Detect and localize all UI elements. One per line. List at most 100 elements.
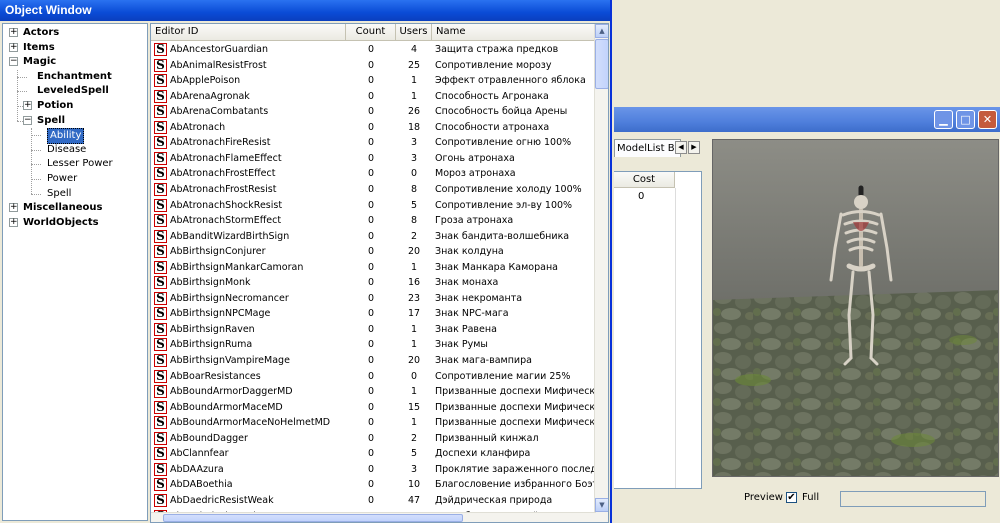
table-row[interactable]: S AbAtronachFrostEffect 0 0 Мороз атронаха [151, 166, 596, 182]
spell-s-icon: S [154, 493, 167, 507]
table-row[interactable]: S AbBirthsignRuma 0 1 Знак Румы [151, 337, 596, 353]
expand-plus-icon[interactable]: + [9, 217, 18, 227]
count-cell: 0 [367, 246, 375, 258]
horizontal-scroll-thumb[interactable] [163, 514, 463, 522]
editor-id-cell: AbArenaCombatants [170, 106, 269, 118]
preview-3d-viewport[interactable] [712, 139, 999, 477]
table-row[interactable]: S AbBirthsignNecromancer 0 23 Знак некромант… [151, 291, 596, 307]
table-row[interactable]: S AbClannfear 0 5 Доспехи кланфира [151, 446, 596, 462]
editor-window-titlebar[interactable]: ▁ □ ✕ [614, 107, 1000, 132]
tree-connector [17, 76, 27, 78]
table-row[interactable]: S AbBoundDagger 0 2 Призванный кинжал [151, 431, 596, 447]
table-row[interactable]: S AbAncestorGuardian 0 4 Защита стража предк… [151, 42, 596, 58]
list-horizontal-scrollbar[interactable] [151, 512, 596, 522]
table-row[interactable]: S AbDAAzura 0 3 Проклятие зараженного послед… [151, 462, 597, 478]
users-cell: 25 [407, 59, 421, 71]
editor-id-cell: AbApplePoison [170, 75, 241, 87]
spell-s-icon: S [154, 58, 167, 72]
tab-modellist[interactable]: ModelList Bl [614, 139, 682, 157]
expand-plus-icon[interactable]: + [9, 203, 18, 213]
tree-node-label: Potion [37, 100, 74, 111]
full-checkbox[interactable]: ✔ [786, 492, 797, 503]
name-cell: Защита стража предков [435, 44, 559, 55]
table-row[interactable]: S AbBirthsignVampireMage 0 20 Знак мага-вамп… [151, 353, 596, 369]
table-row[interactable]: S AbBoundArmorDaggerMD 0 1 Призванные доспех… [151, 384, 597, 400]
table-row[interactable]: S AbArenaCombatants 0 26 Способность бойца А… [151, 104, 596, 120]
spell-s-icon: S [154, 245, 167, 259]
minimize-button[interactable]: ▁ [934, 110, 953, 129]
spell-s-icon: S [154, 369, 167, 383]
expand-plus-icon[interactable]: + [9, 28, 18, 37]
maximize-button[interactable]: □ [956, 110, 975, 129]
name-cell: Огонь атронаха [435, 152, 515, 164]
column-header-count[interactable]: Count [346, 24, 396, 41]
users-cell: 4 [410, 44, 418, 55]
tree-node-label: Miscellaneous [23, 202, 103, 214]
cost-grid[interactable]: Cost 0 [614, 171, 702, 489]
table-row[interactable]: S AbBirthsignRaven 0 1 Знак Равена [151, 322, 596, 338]
table-row[interactable]: S AbArenaAgronak 0 1 Способность Агронака [151, 89, 596, 105]
spell-s-icon: S [154, 431, 167, 445]
editor-id-cell: AbAtronachFrostEffect [170, 168, 276, 180]
name-cell: Знак некроманта [435, 292, 523, 304]
tree-connector [17, 91, 27, 93]
table-row[interactable]: S AbBoundArmorMaceMD 0 15 Призванные доспехи… [151, 400, 597, 416]
tab-scroll-left-icon[interactable]: ◀ [675, 141, 687, 154]
name-cell: Доспехи кланфира [435, 448, 531, 460]
table-row[interactable]: S AbAtronachFrostResist 0 8 Сопротивление хо… [151, 182, 596, 198]
count-cell: 0 [367, 59, 375, 71]
tree-node-label: Items [23, 41, 55, 53]
count-cell: 0 [367, 137, 375, 149]
expand-plus-icon[interactable]: + [9, 42, 18, 52]
table-row[interactable]: S AbAtronachStormEffect 0 8 Гроза атронаха [151, 213, 596, 229]
name-cell: Эффект отравленного яблока [435, 75, 586, 87]
table-row[interactable]: S AbBanditWizardBirthSign 0 2 Знак бандита-в… [151, 229, 596, 245]
table-row[interactable]: S AbAtronach 0 18 Способности атронаха [151, 120, 596, 136]
collapse-minus-icon[interactable]: − [9, 57, 18, 67]
scroll-up-arrow-icon[interactable]: ▲ [595, 24, 608, 38]
count-cell: 0 [367, 183, 375, 195]
table-row[interactable]: S AbBoarResistances 0 0 Сопротивление магии … [151, 369, 596, 385]
table-row[interactable]: S AbBoundArmorMaceNoHelmetMD 0 1 Призванные … [151, 415, 597, 431]
column-header-cost[interactable]: Cost [614, 172, 675, 188]
tab-modellist-label: ModelList [617, 143, 665, 154]
scroll-down-arrow-icon[interactable]: ▼ [595, 498, 608, 512]
column-header-editor-id[interactable]: Editor ID [151, 24, 346, 41]
category-tree[interactable]: + Actors + Items − Magic Enchantment LeveledSpe… [2, 23, 148, 521]
column-header-name[interactable]: Name [432, 24, 596, 41]
table-row[interactable]: S AbBirthsignMankarCamoran 0 1 Знак Манкара … [151, 260, 596, 276]
spell-s-icon: S [154, 151, 167, 165]
count-cell: 0 [367, 106, 375, 118]
editor-id-cell: AbDaedricResistWeak [170, 494, 274, 506]
collapse-minus-icon[interactable]: − [23, 115, 32, 125]
expand-plus-icon[interactable]: + [23, 101, 32, 110]
skeleton-preview-image [713, 140, 998, 476]
users-cell: 8 [410, 215, 418, 227]
list-vertical-scrollbar[interactable]: ▲ ▼ [594, 24, 608, 522]
object-window-titlebar[interactable]: Object Window [0, 0, 610, 21]
table-row[interactable]: S AbBirthsignNPCMage 0 17 Знак NPC-мага [151, 306, 596, 322]
table-row[interactable]: S AbAnimalResistFrost 0 25 Сопротивление мор… [151, 58, 596, 74]
tab-scroll-right-icon[interactable]: ▶ [688, 141, 700, 154]
count-cell: 0 [367, 168, 375, 180]
column-header-users[interactable]: Users [396, 24, 432, 41]
scroll-thumb[interactable] [595, 39, 608, 89]
name-cell: Призванные доспехи Мифическо [435, 386, 597, 398]
spell-s-icon: S [154, 167, 167, 181]
name-cell: Знак бандита-волшебника [435, 230, 570, 242]
close-button[interactable]: ✕ [978, 110, 997, 129]
table-row[interactable]: S AbAtronachShockResist 0 5 Сопротивление эл… [151, 198, 596, 214]
table-row[interactable]: S AbBirthsignConjurer 0 20 Знак колдуна [151, 244, 596, 260]
count-cell: 0 [367, 355, 375, 366]
count-cell: 0 [367, 215, 375, 227]
count-cell: 0 [367, 308, 375, 320]
table-row[interactable]: S AbBirthsignMonk 0 16 Знак монаха [151, 275, 596, 291]
table-row[interactable]: S AbDaedricResistWeak 0 47 Дэйдрическая прир… [151, 493, 596, 509]
tree-node-label: Spell [37, 114, 65, 126]
users-cell: 1 [410, 323, 418, 335]
object-list[interactable]: Editor ID Count Users Name S AbAncestorGu… [150, 23, 609, 523]
table-row[interactable]: S AbAtronachFireResist 0 3 Сопротивление огн… [151, 135, 596, 151]
table-row[interactable]: S AbDABoethia 0 10 Благословение избранного … [151, 477, 597, 493]
table-row[interactable]: S AbApplePoison 0 1 Эффект отравленного ябло… [151, 73, 596, 89]
table-row[interactable]: S AbAtronachFlameEffect 0 3 Огонь атронаха [151, 151, 596, 167]
